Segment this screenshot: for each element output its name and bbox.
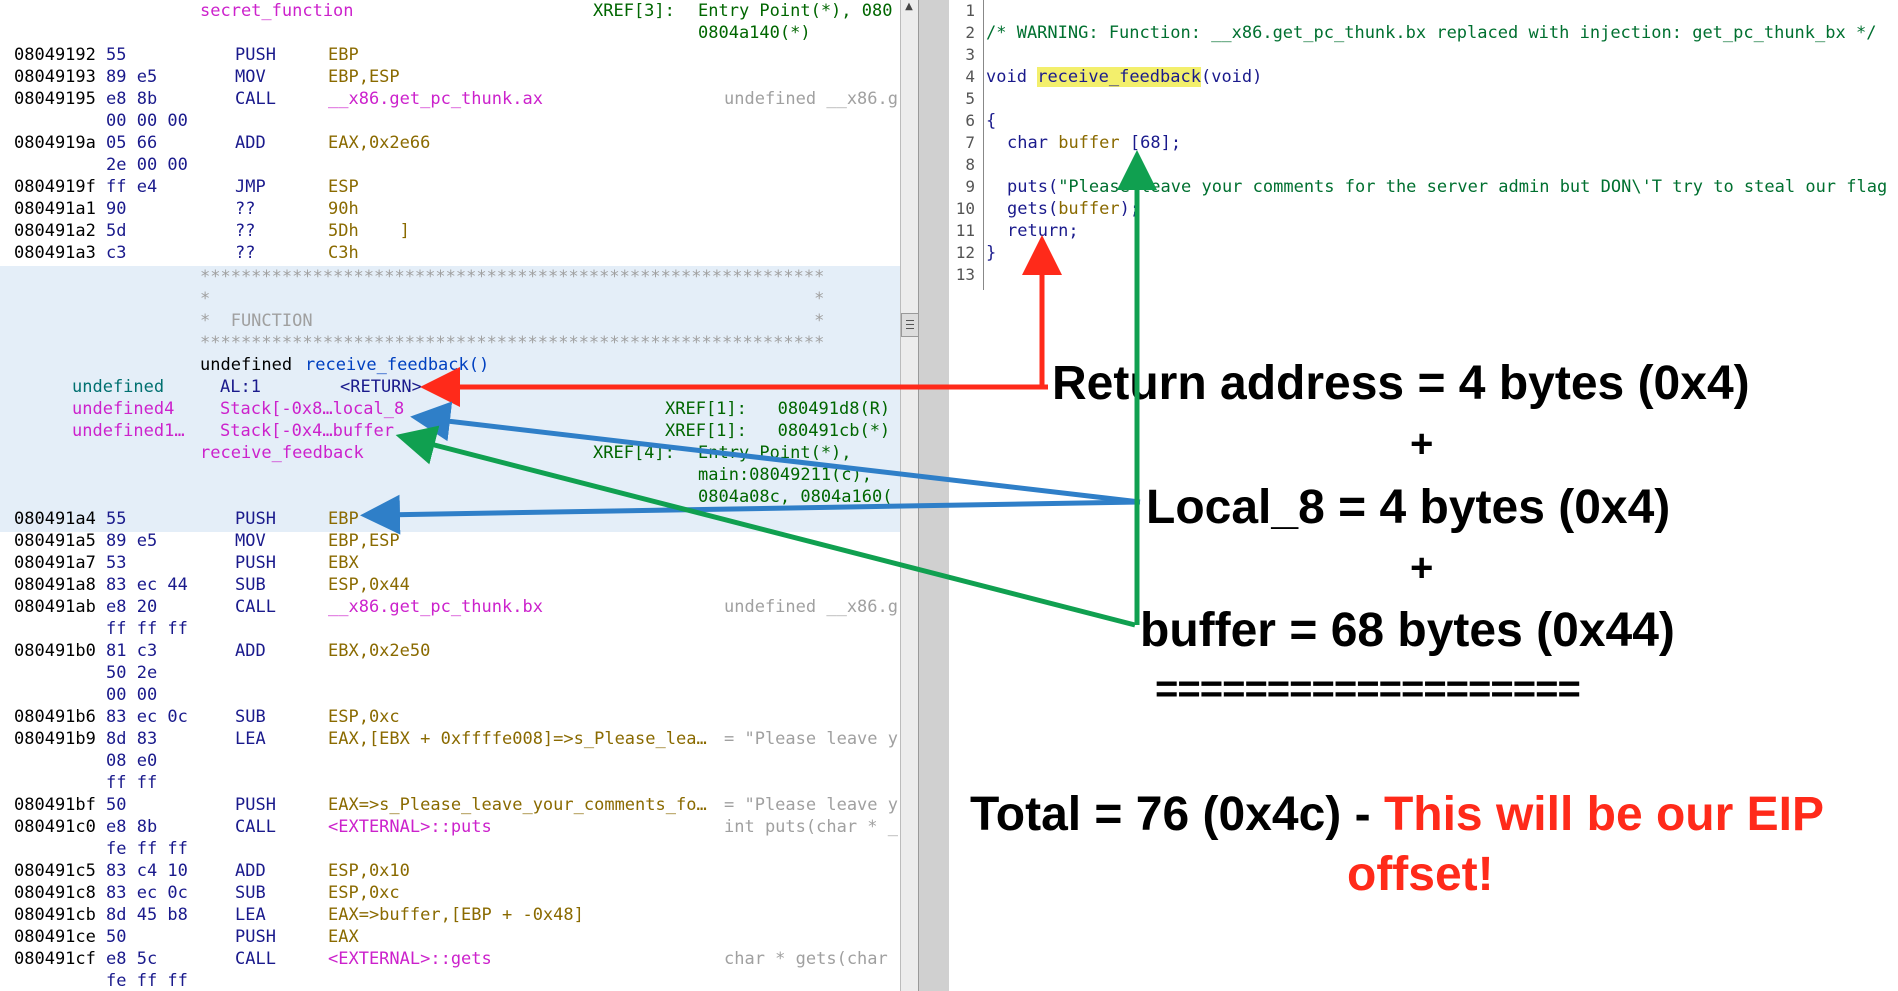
- arrow-local8-to-push: [360, 494, 1141, 535]
- annotation-arrows: [360, 150, 1157, 628]
- arrow-buffer-to-stack: [395, 425, 1136, 628]
- arrow-local8-to-stack: [410, 401, 1141, 505]
- arrow-return-to-code: [1022, 235, 1062, 390]
